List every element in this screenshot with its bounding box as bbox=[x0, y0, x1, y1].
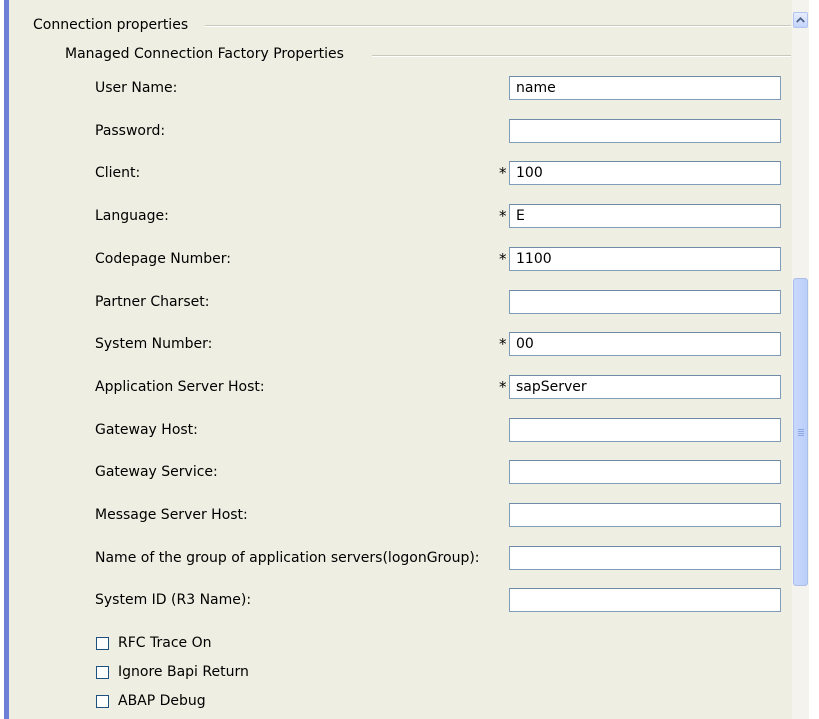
field-label: Gateway Service: bbox=[95, 464, 218, 480]
field-label: Codepage Number: bbox=[95, 251, 231, 267]
field-label: Application Server Host: bbox=[95, 379, 265, 395]
field-label: Name of the group of application servers… bbox=[95, 550, 480, 566]
text-field[interactable] bbox=[509, 460, 781, 484]
text-field[interactable] bbox=[509, 546, 781, 570]
text-field[interactable]: sapServer bbox=[509, 375, 781, 399]
checkbox-row[interactable]: RFC Trace On bbox=[96, 633, 212, 653]
text-field[interactable] bbox=[509, 418, 781, 442]
group-divider bbox=[372, 55, 791, 57]
field-label: Language: bbox=[95, 208, 169, 224]
text-field[interactable] bbox=[509, 503, 781, 527]
checkbox-row[interactable]: ABAP Debug bbox=[96, 691, 206, 711]
text-field[interactable] bbox=[509, 290, 781, 314]
group-title-connection-properties: Connection properties bbox=[33, 17, 189, 33]
text-field[interactable]: E bbox=[509, 204, 781, 228]
text-field[interactable]: 100 bbox=[509, 161, 781, 185]
checkbox-label: Ignore Bapi Return bbox=[118, 664, 249, 680]
checkbox[interactable] bbox=[96, 636, 109, 650]
checkbox[interactable] bbox=[96, 694, 109, 708]
required-marker: * bbox=[499, 207, 507, 225]
field-label: System ID (R3 Name): bbox=[95, 592, 252, 608]
scroll-up-button[interactable] bbox=[793, 12, 808, 28]
text-field[interactable]: 1100 bbox=[509, 247, 781, 271]
required-marker: * bbox=[499, 335, 507, 353]
field-label: Partner Charset: bbox=[95, 294, 210, 310]
required-marker: * bbox=[499, 164, 507, 182]
field-label: User Name: bbox=[95, 80, 178, 96]
group-divider bbox=[205, 25, 791, 27]
field-label: Client: bbox=[95, 165, 141, 181]
text-field[interactable]: 00 bbox=[509, 332, 781, 356]
field-label: System Number: bbox=[95, 336, 213, 352]
checkbox-row[interactable]: Ignore Bapi Return bbox=[96, 662, 249, 682]
field-label: Password: bbox=[95, 123, 166, 139]
scrollbar-thumb[interactable] bbox=[793, 278, 808, 586]
text-field[interactable] bbox=[509, 588, 781, 612]
field-label: Message Server Host: bbox=[95, 507, 248, 523]
field-label: Gateway Host: bbox=[95, 422, 198, 438]
checkbox-label: RFC Trace On bbox=[118, 635, 212, 651]
required-marker: * bbox=[499, 378, 507, 396]
checkbox[interactable] bbox=[96, 665, 109, 679]
group-title-managed-connection-factory: Managed Connection Factory Properties bbox=[65, 46, 344, 62]
chevron-up-icon bbox=[796, 17, 805, 23]
window-right-edge bbox=[809, 0, 819, 719]
properties-panel: Connection properties Managed Connection… bbox=[9, 0, 792, 719]
text-field[interactable]: name bbox=[509, 76, 781, 100]
required-marker: * bbox=[499, 250, 507, 268]
text-field[interactable] bbox=[509, 119, 781, 143]
checkbox-label: ABAP Debug bbox=[118, 693, 206, 709]
